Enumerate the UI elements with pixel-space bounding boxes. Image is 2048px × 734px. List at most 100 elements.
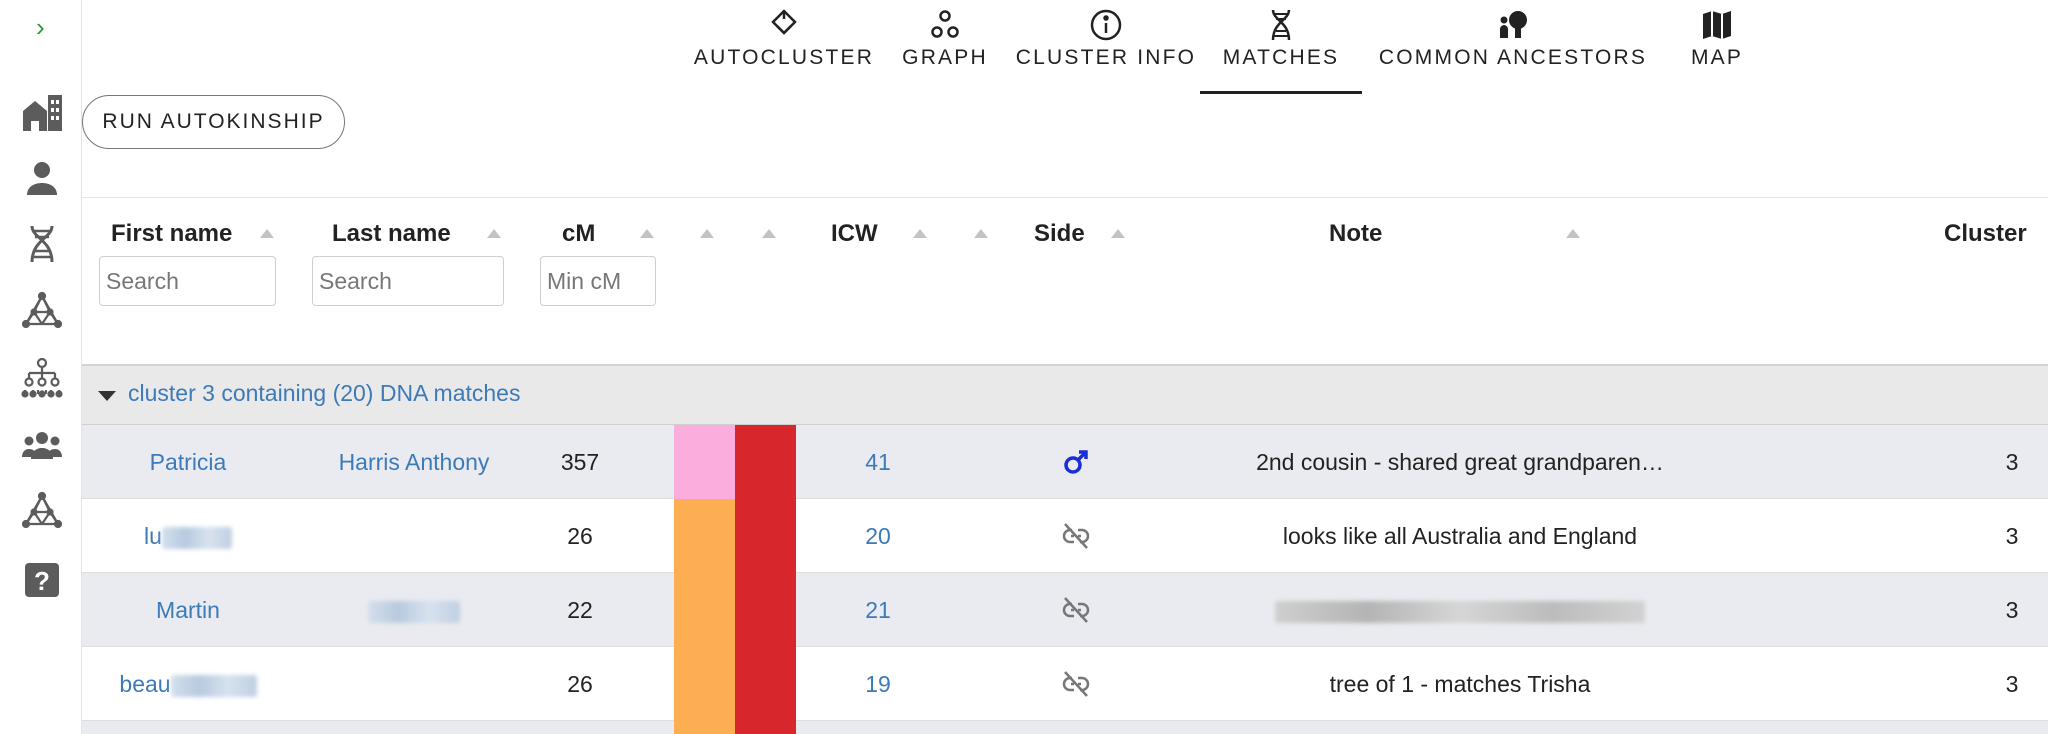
table-row[interactable]: beau 26 19 tree of 1 - matches Trisha 3 <box>82 647 2048 721</box>
group-title: cluster 3 containing (20) DNA matches <box>128 380 521 406</box>
redacted-text <box>170 674 257 697</box>
last-name-link[interactable]: Harris Anthony <box>314 425 514 499</box>
table-row[interactable] <box>82 721 2048 734</box>
cm-value: 26 <box>567 523 593 549</box>
ancestor-icon <box>1500 11 1527 38</box>
column-cm[interactable]: cM <box>562 220 595 248</box>
cluster-value: 3 <box>2005 449 2019 475</box>
icw-link[interactable]: 21 <box>842 573 914 647</box>
sort-icon[interactable] <box>260 229 274 238</box>
note-text: 2nd cousin - shared great grandparen… <box>1256 449 1664 475</box>
color-swatch <box>674 573 735 647</box>
table-row[interactable]: Patricia Harris Anthony 357 41 2nd cousi… <box>82 425 2048 499</box>
tab-common-ancestors[interactable]: COMMON ANCESTORS <box>1362 0 1664 94</box>
cluster-group-header[interactable]: cluster 3 containing (20) DNA matches <box>82 364 2048 425</box>
first-name-link[interactable]: Martin <box>82 573 294 647</box>
svg-text:?: ? <box>34 566 50 596</box>
sort-icon[interactable] <box>974 229 988 238</box>
unlinked-icon[interactable] <box>1056 647 1096 721</box>
person-icon[interactable] <box>20 156 64 200</box>
unlinked-icon[interactable] <box>1056 499 1096 573</box>
map-icon <box>1703 11 1731 39</box>
column-cluster[interactable]: Cluster <box>1944 220 2027 248</box>
dna-icon <box>1271 9 1291 41</box>
network-icon[interactable] <box>20 490 64 534</box>
note-text <box>1150 573 1770 647</box>
color-swatch <box>735 721 796 734</box>
sort-icon[interactable] <box>487 229 501 238</box>
tab-label: GRAPH <box>902 46 988 69</box>
caret-down-icon[interactable] <box>98 391 116 401</box>
run-autokinship-button[interactable]: RUN AUTOKINSHIP <box>82 95 345 149</box>
expand-icon[interactable]: › <box>36 12 54 42</box>
dna-icon[interactable] <box>20 222 64 266</box>
icw-link[interactable]: 20 <box>842 499 914 573</box>
min-cm-input[interactable] <box>540 256 656 306</box>
sidebar: › ? <box>0 0 82 734</box>
last-name-link[interactable] <box>314 573 514 647</box>
cluster-value: 3 <box>2005 597 2019 623</box>
last-name-search-input[interactable] <box>312 256 504 306</box>
color-swatch <box>674 425 735 499</box>
first-name-link[interactable]: beau <box>82 647 294 721</box>
info-icon <box>1090 9 1122 41</box>
column-side[interactable]: Side <box>1034 220 1085 248</box>
color-swatch <box>674 721 735 734</box>
sort-icon[interactable] <box>913 229 927 238</box>
color-swatch <box>735 647 796 721</box>
redacted-text <box>368 600 460 623</box>
tab-autocluster[interactable]: AUTOCLUSTER <box>690 0 878 94</box>
first-name-link[interactable]: Patricia <box>82 425 294 499</box>
redacted-text <box>1275 600 1645 623</box>
color-swatch <box>735 573 796 647</box>
redacted-text <box>161 526 232 549</box>
tree-icon[interactable] <box>20 356 64 400</box>
cm-value: 357 <box>560 449 600 475</box>
first-name-text: beau <box>119 671 171 697</box>
column-note[interactable]: Note <box>1329 220 1382 248</box>
graph-icon <box>931 10 959 38</box>
cluster-value: 3 <box>2005 523 2019 549</box>
icw-link[interactable]: 19 <box>842 647 914 721</box>
tab-label: AUTOCLUSTER <box>693 46 875 69</box>
first-name-search-input[interactable] <box>99 256 276 306</box>
sort-icon[interactable] <box>1111 229 1125 238</box>
first-name-text: lu <box>144 523 162 549</box>
tab-graph[interactable]: GRAPH <box>878 0 1012 94</box>
sort-icon[interactable] <box>1566 229 1580 238</box>
tab-label: MATCHES <box>1222 46 1340 69</box>
column-last-name[interactable]: Last name <box>332 220 451 248</box>
divider <box>82 197 2048 198</box>
cm-value: 22 <box>567 597 593 623</box>
help-icon[interactable]: ? <box>20 558 64 602</box>
column-icw[interactable]: ICW <box>831 220 878 248</box>
color-swatch <box>735 499 796 573</box>
tab-label: CLUSTER INFO <box>1015 46 1197 69</box>
male-icon[interactable] <box>1056 425 1096 499</box>
tab-label: COMMON ANCESTORS <box>1378 46 1648 69</box>
table-row[interactable]: lu 26 20 looks like all Australia and En… <box>82 499 2048 573</box>
tab-label: MAP <box>1690 46 1744 69</box>
table-row[interactable]: Martin 22 21 3 <box>82 573 2048 647</box>
group-icon[interactable] <box>20 424 64 468</box>
network-icon[interactable] <box>20 290 64 334</box>
sort-icon[interactable] <box>640 229 654 238</box>
tab-cluster-info[interactable]: CLUSTER INFO <box>1012 0 1200 94</box>
cluster-value: 3 <box>2005 671 2019 697</box>
tab-map[interactable]: MAP <box>1664 0 1770 94</box>
column-first-name[interactable]: First name <box>111 220 232 248</box>
icw-link[interactable]: 41 <box>842 425 914 499</box>
note-text: looks like all Australia and England <box>1282 523 1638 549</box>
sort-icon[interactable] <box>700 229 714 238</box>
note-text: tree of 1 - matches Trisha <box>1329 671 1591 697</box>
color-swatch <box>735 425 796 499</box>
tab-matches[interactable]: MATCHES <box>1200 0 1362 94</box>
top-nav: AUTOCLUSTER GRAPH CLUSTER INFO MATCHES C… <box>690 0 1770 96</box>
first-name-link[interactable]: lu <box>82 499 294 573</box>
color-swatch <box>674 499 735 573</box>
autocluster-icon <box>771 9 797 35</box>
buildings-icon[interactable] <box>20 90 64 134</box>
unlinked-icon[interactable] <box>1056 573 1096 647</box>
sort-icon[interactable] <box>762 229 776 238</box>
color-swatch <box>674 647 735 721</box>
